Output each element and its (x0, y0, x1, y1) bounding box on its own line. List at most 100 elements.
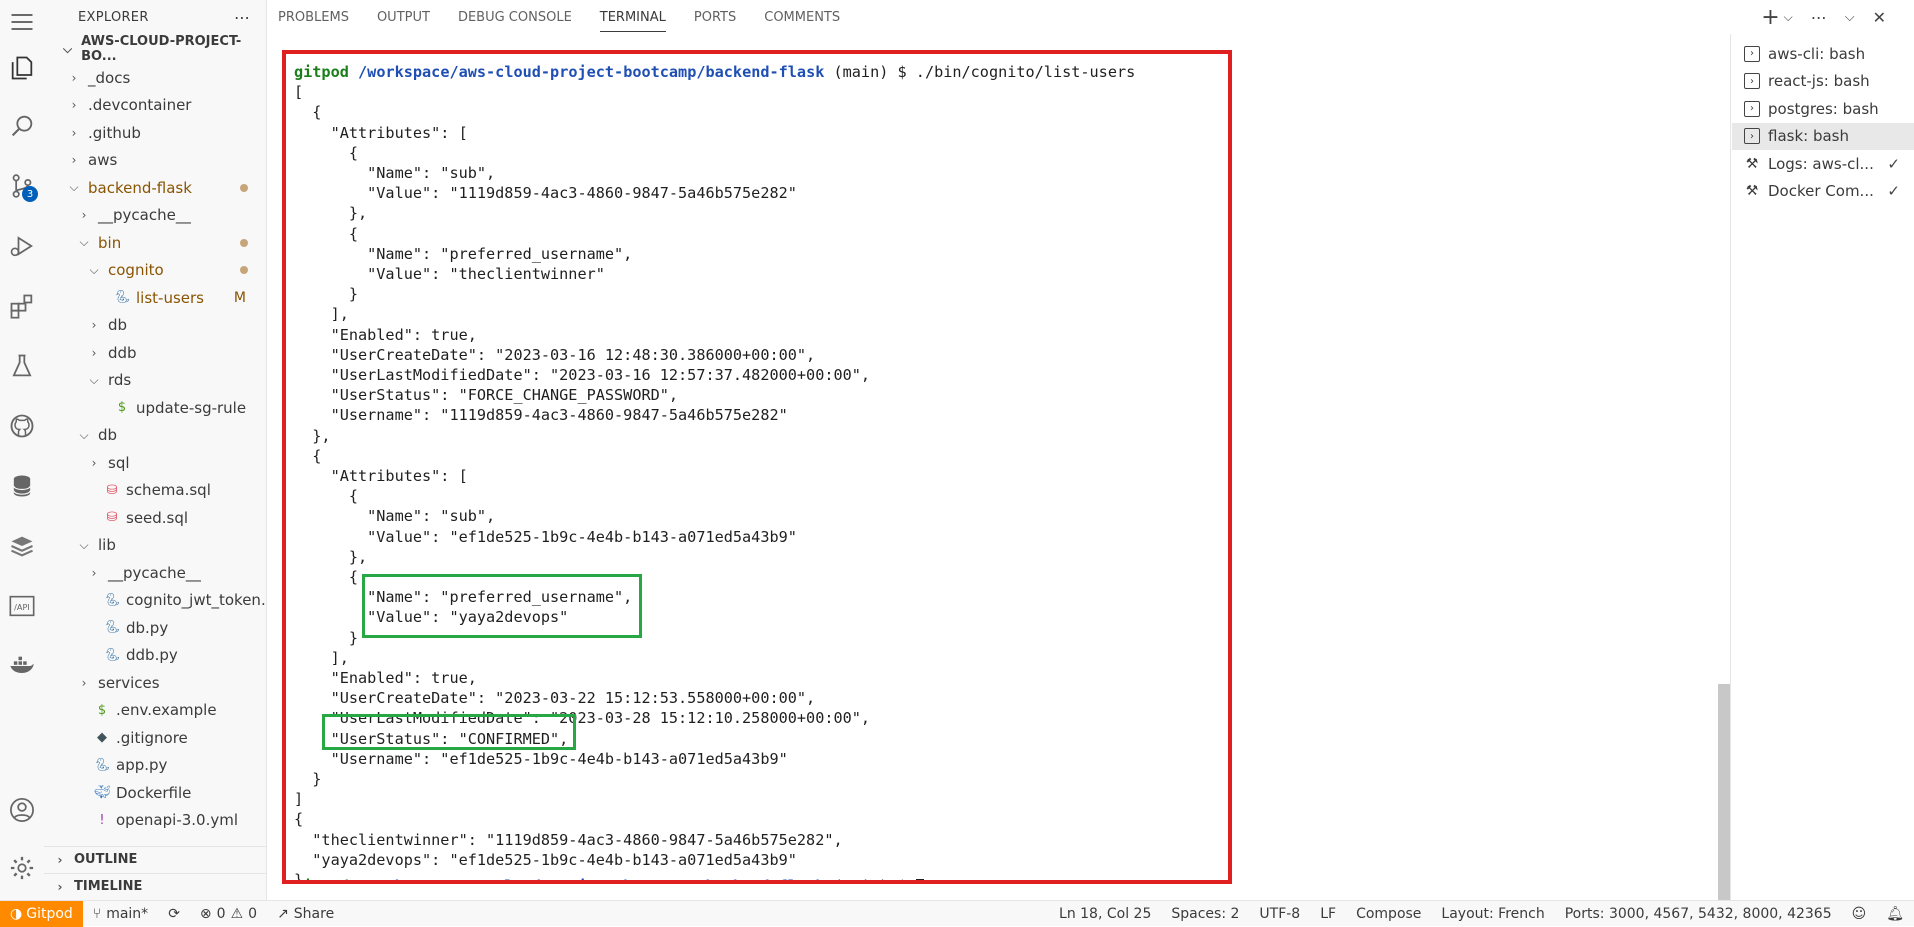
tree-folder[interactable]: › _docs (44, 64, 266, 92)
explorer-icon[interactable] (4, 50, 40, 86)
tree-file[interactable]: 🐍︎ db.py (44, 614, 266, 642)
tree-folder[interactable]: ⌵ cognito (44, 257, 266, 285)
tab-problems[interactable]: PROBLEMS (264, 0, 363, 34)
scm-badge: 3 (22, 186, 38, 202)
tree-item-label: rds (108, 371, 132, 390)
timeline-section[interactable]: › TIMELINE (44, 873, 266, 899)
tree-item-label: db (98, 426, 118, 445)
notifications-bell-icon[interactable]: 🔔︎ (1876, 906, 1914, 922)
chevron-down-icon[interactable]: ⌵ (1784, 10, 1793, 25)
tree-file[interactable]: 🐍︎ ddb.py (44, 642, 266, 670)
feedback-icon[interactable]: ☺ (1842, 906, 1877, 922)
tab-ports[interactable]: PORTS (680, 0, 750, 34)
tab-output[interactable]: OUTPUT (363, 0, 444, 34)
tree-file[interactable]: ⛁ schema.sql (44, 477, 266, 505)
problems-indicator[interactable]: ⊗ 0 ⚠ 0 (190, 906, 267, 922)
tree-item-label: list-users (136, 288, 204, 307)
search-icon[interactable] (4, 108, 40, 144)
tree-folder[interactable]: ⌵ backend-flask (44, 174, 266, 202)
terminal-scrollbar[interactable] (1718, 684, 1730, 900)
tree-folder[interactable]: ⌵ lib (44, 532, 266, 560)
tree-folder[interactable]: › __pycache__ (44, 559, 266, 587)
tree-file[interactable]: ◆ .gitignore (44, 724, 266, 752)
layers-icon[interactable] (4, 528, 40, 564)
sync-icon: ⟳ (168, 905, 180, 922)
modified-dot (240, 183, 248, 192)
terminal-output-line: [ (294, 83, 304, 102)
branch-indicator[interactable]: ⑂ main* (83, 906, 158, 922)
timeline-label: TIMELINE (74, 879, 143, 894)
database-icon[interactable] (4, 468, 40, 504)
tree-folder[interactable]: › sql (44, 449, 266, 477)
tree-file[interactable]: $ .env.example (44, 697, 266, 725)
encoding[interactable]: UTF-8 (1249, 906, 1310, 922)
tree-folder[interactable]: › db (44, 312, 266, 340)
menu-icon[interactable] (8, 8, 36, 36)
language-mode[interactable]: Compose (1346, 906, 1431, 922)
ports-indicator[interactable]: Ports: 3000, 4567, 5432, 8000, 42365 (1555, 906, 1842, 922)
chevron-down-icon[interactable]: ⌵ (1845, 10, 1855, 25)
tab-comments[interactable]: COMMENTS (750, 0, 854, 34)
docker-icon[interactable] (4, 648, 40, 684)
explorer-title: EXPLORER (78, 9, 149, 25)
tree-folder[interactable]: › services (44, 669, 266, 697)
close-icon[interactable]: ✕ (1873, 8, 1886, 27)
terminal-list-item[interactable]: › flask: bash (1732, 122, 1914, 150)
tree-folder[interactable]: › ddb (44, 339, 266, 367)
project-root[interactable]: ⌵ AWS-CLOUD-PROJECT-BO... (44, 34, 266, 64)
tree-item-label: seed.sql (126, 508, 189, 527)
git-branch-icon: ⑂ (92, 905, 102, 922)
tree-file[interactable]: ⛁ seed.sql (44, 504, 266, 532)
terminal-list-item[interactable]: ⚒ Docker Com... ✓ (1732, 178, 1914, 206)
api-icon[interactable]: /API (4, 588, 40, 624)
git-file-icon: ◆ (97, 730, 107, 746)
tree-folder[interactable]: › __pycache__ (44, 202, 266, 230)
error-icon: ⊗ (199, 905, 212, 922)
tree-folder[interactable]: › .devcontainer (44, 92, 266, 120)
share-button[interactable]: ↗ Share (267, 906, 344, 922)
extensions-icon[interactable] (4, 288, 40, 324)
tree-item-label: _docs (88, 68, 131, 87)
tab-debug-console[interactable]: DEBUG CONSOLE (444, 0, 586, 34)
terminal-icon: › (1744, 45, 1760, 62)
terminal-output[interactable]: gitpod /workspace/aws-cloud-project-boot… (282, 50, 1232, 884)
testing-icon[interactable] (4, 348, 40, 384)
tree-file[interactable]: $ update-sg-rule (44, 394, 266, 422)
cursor-position[interactable]: Ln 18, Col 25 (1049, 906, 1161, 922)
tree-folder[interactable]: ⌵ db (44, 422, 266, 450)
source-control-icon[interactable]: 3 (4, 168, 40, 204)
outline-section[interactable]: › OUTLINE (44, 846, 266, 872)
new-terminal-icon[interactable]: + (1761, 5, 1779, 30)
end-of-line[interactable]: LF (1310, 906, 1346, 922)
chevron-right-icon: › (71, 98, 77, 113)
run-debug-icon[interactable] (4, 228, 40, 264)
sync-button[interactable]: ⟳ (158, 906, 190, 922)
terminal-output-line: "Value": "1119d859-4ac3-4860-9847-5a46b5… (294, 184, 797, 203)
tree-folder[interactable]: ⌵ rds (44, 367, 266, 395)
terminal-list-label: Logs: aws-cl... (1768, 154, 1874, 173)
tree-file[interactable]: 🐳︎ Dockerfile (44, 779, 266, 807)
terminal-list-item[interactable]: › postgres: bash (1732, 95, 1914, 123)
tree-file[interactable]: 🐍︎ app.py (44, 752, 266, 780)
tree-item-label: __pycache__ (98, 206, 191, 225)
terminal-list-item[interactable]: ⚒ Logs: aws-cl... ✓ (1732, 150, 1914, 178)
tree-folder[interactable]: › .github (44, 119, 266, 147)
tree-folder[interactable]: ⌵ bin (44, 229, 266, 257)
terminal-output-line: { (294, 810, 304, 829)
remote-indicator[interactable]: ◑ Gitpod (0, 900, 83, 927)
tree-folder[interactable]: › aws (44, 147, 266, 175)
more-actions-icon[interactable]: ⋯ (1811, 8, 1827, 27)
terminal-list-label: aws-cli: bash (1768, 44, 1866, 63)
tree-file[interactable]: 🐍︎ list-users M (44, 284, 266, 312)
tree-file[interactable]: ! openapi-3.0.yml (44, 807, 266, 835)
keyboard-layout[interactable]: Layout: French (1431, 906, 1554, 922)
account-icon[interactable] (4, 792, 40, 828)
terminal-list-item[interactable]: › react-js: bash (1732, 68, 1914, 96)
github-icon[interactable] (4, 408, 40, 444)
settings-gear-icon[interactable] (4, 850, 40, 886)
more-actions-icon[interactable]: ⋯ (234, 8, 250, 27)
terminal-list-item[interactable]: › aws-cli: bash (1732, 40, 1914, 68)
indentation[interactable]: Spaces: 2 (1161, 906, 1249, 922)
tree-file[interactable]: 🐍︎ cognito_jwt_token.... (44, 587, 266, 615)
tab-terminal[interactable]: TERMINAL (586, 0, 680, 34)
